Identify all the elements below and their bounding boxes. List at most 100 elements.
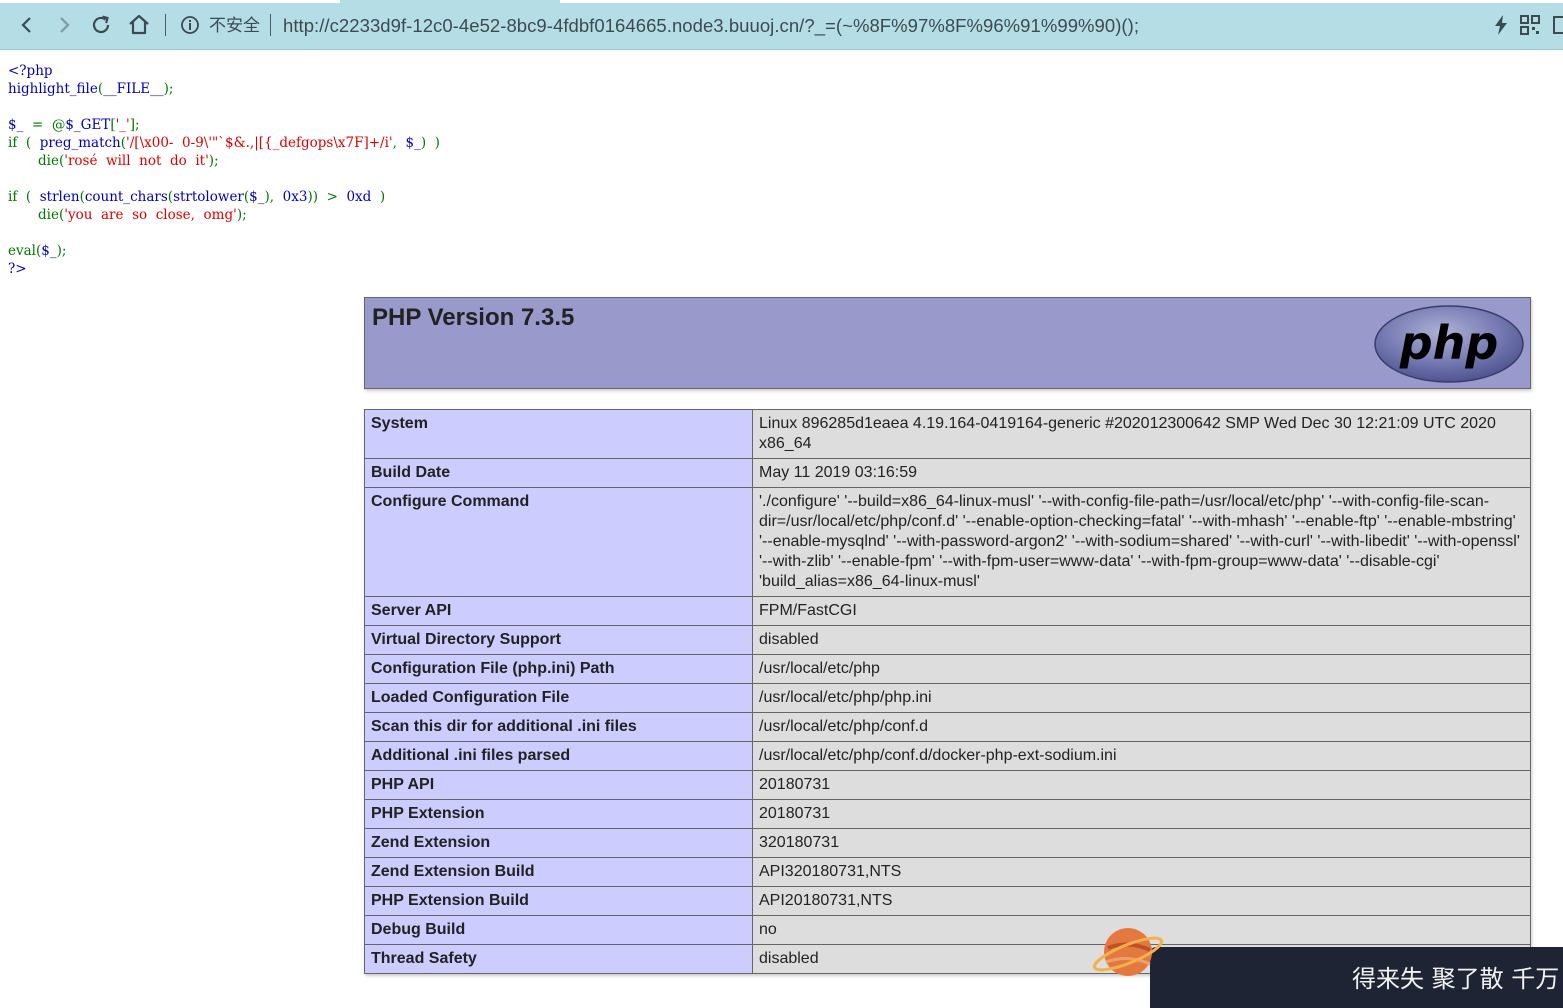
- phpinfo-value: API320180731,NTS: [752, 857, 1531, 887]
- phpinfo-row: Loaded Configuration File/usr/local/etc/…: [364, 683, 1531, 713]
- phpinfo-value: /usr/local/etc/php: [752, 654, 1531, 684]
- back-arrow-icon: [21, 17, 31, 33]
- code-token: );: [56, 243, 67, 259]
- phpinfo-label: Virtual Directory Support: [364, 625, 753, 655]
- code-token: '/[\x00- 0-9\'"`$&.,|[{_defgops\x7F]+/i': [126, 135, 393, 151]
- phpinfo-label: Build Date: [364, 458, 753, 488]
- phpinfo-value: /usr/local/etc/php/conf.d/docker-php-ext…: [752, 741, 1531, 771]
- code-line: die('rosé will not do it');: [8, 152, 440, 170]
- phpinfo-label: Thread Safety: [364, 944, 753, 974]
- extension-button[interactable]: [1545, 11, 1563, 39]
- php-version-title: PHP Version 7.3.5: [372, 304, 575, 331]
- code-line: ?>: [8, 260, 440, 278]
- code-token: die(: [8, 153, 65, 169]
- reload-icon: [92, 15, 110, 34]
- phpinfo-row: Server API FPM/FastCGI: [364, 596, 1531, 626]
- phpinfo-header: PHP Version 7.3.5 php: [364, 297, 1531, 389]
- phpinfo-label: Scan this dir for additional .ini files: [364, 712, 753, 742]
- code-token: ,: [392, 135, 406, 151]
- music-lyrics-banner[interactable]: 得来失 聚了散 千万: [1150, 947, 1563, 1008]
- phpinfo-label: Loaded Configuration File: [364, 683, 753, 713]
- php-logo-icon[interactable]: php: [1373, 304, 1525, 384]
- code-token: )) >: [307, 189, 347, 205]
- code-token: die(: [8, 207, 65, 223]
- phpinfo-label: Additional .ini files parsed: [364, 741, 753, 771]
- php-logo-text: php: [1399, 316, 1499, 370]
- phpinfo-label: Zend Extension: [364, 828, 753, 858]
- phpinfo-value: 20180731: [752, 770, 1531, 800]
- phpinfo-label: Configuration File (php.ini) Path: [364, 654, 753, 684]
- phpinfo-row: Zend Extension Build API320180731,NTS: [364, 857, 1531, 887]
- code-line: if ( preg_match('/[\x00- 0-9\'"`$&.,|[{_…: [8, 134, 440, 152]
- forward-button[interactable]: [50, 11, 78, 39]
- phpinfo-value: 320180731: [752, 828, 1531, 858]
- phpinfo-label: PHP API: [364, 770, 753, 800]
- phpinfo-row: System Linux 896285d1eaea 4.19.164-041916…: [364, 409, 1531, 459]
- phpinfo-row: Virtual Directory Support disabled: [364, 625, 1531, 655]
- code-line: highlight_file(__FILE__);: [8, 80, 440, 98]
- phpinfo-value: /usr/local/etc/php/php.ini: [752, 683, 1531, 713]
- phpinfo-label: PHP Extension Build: [364, 886, 753, 916]
- code-line: if ( strlen(count_chars(strtolower($_), …: [8, 188, 440, 206]
- phpinfo-label: Server API: [364, 596, 753, 626]
- lightning-icon: [1495, 15, 1507, 35]
- phpinfo-row: Debug Build no: [364, 915, 1531, 945]
- code-token: count_chars: [84, 189, 168, 205]
- code-token: ];: [129, 117, 140, 133]
- phpinfo-row: PHP Extension 20180731: [364, 799, 1531, 829]
- phpinfo-label: PHP Extension: [364, 799, 753, 829]
- code-line: eval($_);: [8, 242, 440, 260]
- code-token: 0x3: [282, 189, 308, 205]
- code-token: = @: [23, 117, 66, 133]
- code-token: <?php: [8, 63, 53, 79]
- code-token: ),: [264, 189, 283, 205]
- code-token: ?>: [8, 261, 27, 277]
- code-token: eval: [8, 243, 36, 259]
- phpinfo-row: PHP API 20180731: [364, 770, 1531, 800]
- code-line: <?php: [8, 62, 440, 80]
- phpinfo-row: PHP Extension Build API20180731,NTS: [364, 886, 1531, 916]
- phpinfo-row: Zend Extension 320180731: [364, 828, 1531, 858]
- toolbar-separator: [165, 14, 166, 36]
- code-token: ): [371, 189, 386, 205]
- home-icon: [129, 14, 149, 35]
- code-token: ) ): [420, 135, 440, 151]
- code-token: $_: [249, 189, 265, 205]
- lightning-button[interactable]: [1487, 11, 1515, 39]
- phpinfo-value: FPM/FastCGI: [752, 596, 1531, 626]
- code-line: die('you are so close, omg');: [8, 206, 440, 224]
- info-icon: [181, 16, 199, 34]
- code-token: );: [236, 207, 247, 223]
- phpinfo-label: System: [364, 409, 753, 459]
- phpinfo-row: Build Date May 11 2019 03:16:59: [364, 458, 1531, 488]
- phpinfo-row: Configure Command './configure' '--build=…: [364, 487, 1531, 597]
- phpinfo-table: System Linux 896285d1eaea 4.19.164-041916…: [364, 409, 1531, 974]
- phpinfo-value: disabled: [752, 625, 1531, 655]
- code-token: $_: [405, 135, 421, 151]
- address-bar[interactable]: http://c2233d9f-12c0-4e52-8bc9-4fdbf0164…: [283, 14, 1139, 38]
- qr-code-button[interactable]: [1516, 11, 1544, 39]
- reload-button[interactable]: [87, 11, 115, 39]
- phpinfo-value: './configure' '--build=x86_64-linux-musl…: [752, 487, 1531, 597]
- insecure-label[interactable]: 不安全: [209, 14, 260, 38]
- code-token: __FILE__: [103, 81, 164, 97]
- phpinfo-row: Additional .ini files parsed/usr/local/e…: [364, 741, 1531, 771]
- grid-icon: [1553, 16, 1563, 34]
- code-token: 'rosé will not do it': [64, 153, 209, 169]
- code-token: 'you are so close, omg': [64, 207, 237, 223]
- planet-icon[interactable]: [1092, 918, 1172, 1008]
- code-token: $_GET: [65, 117, 111, 133]
- home-button[interactable]: [125, 11, 153, 39]
- code-token: strlen: [39, 189, 80, 205]
- site-info-button[interactable]: [176, 11, 204, 39]
- code-token: strtolower: [173, 189, 244, 205]
- back-button[interactable]: [13, 11, 41, 39]
- code-token: if (: [8, 189, 40, 205]
- code-token: );: [163, 81, 174, 97]
- code-line: $_ = @$_GET['_'];: [8, 116, 440, 134]
- code-token: 0xd: [346, 189, 372, 205]
- phpinfo-value: /usr/local/etc/php/conf.d: [752, 712, 1531, 742]
